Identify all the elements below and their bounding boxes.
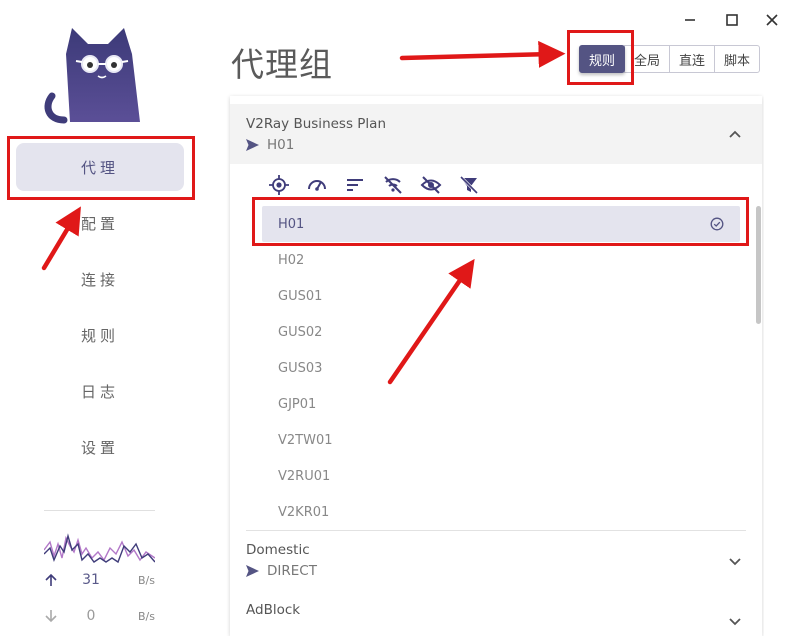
group-name: Domestic bbox=[246, 542, 310, 558]
sort-icon[interactable] bbox=[344, 174, 382, 196]
proxy-item[interactable]: V2KR01 bbox=[262, 494, 740, 530]
group-header[interactable]: V2Ray Business Plan H01 bbox=[230, 104, 762, 164]
proxy-item[interactable]: GUS03 bbox=[262, 350, 740, 386]
upload-unit: B/s bbox=[138, 573, 155, 587]
mode-switch: 规则 全局 直连 脚本 bbox=[579, 45, 761, 73]
mode-script-button[interactable]: 脚本 bbox=[714, 45, 761, 73]
eye-off-icon[interactable] bbox=[420, 174, 458, 196]
sidebar-item-settings[interactable]: 设置 bbox=[16, 423, 184, 471]
group-name: V2Ray Business Plan bbox=[246, 116, 387, 132]
chevron-down-icon[interactable] bbox=[728, 614, 742, 628]
minimize-icon[interactable] bbox=[680, 10, 700, 30]
maximize-icon[interactable] bbox=[722, 10, 742, 30]
mode-rule-button[interactable]: 规则 bbox=[579, 45, 626, 73]
send-icon bbox=[246, 565, 259, 577]
download-unit: B/s bbox=[138, 609, 155, 623]
mode-direct-button[interactable]: 直连 bbox=[669, 45, 716, 73]
group-header[interactable]: Domestic DIRECT bbox=[230, 532, 762, 592]
proxy-item[interactable]: H02 bbox=[262, 242, 740, 278]
signal-off-icon[interactable] bbox=[382, 174, 420, 196]
annotation-box-sidebar bbox=[7, 136, 195, 200]
upload-speed: 31 B/s bbox=[44, 570, 156, 590]
sidebar-item-connections[interactable]: 连接 bbox=[16, 255, 184, 303]
group-selected: H01 bbox=[246, 137, 294, 153]
target-icon[interactable] bbox=[268, 174, 306, 196]
proxy-groups-panel: V2Ray Business Plan H01 H01 H02 GUS01 GU… bbox=[230, 96, 762, 636]
proxy-item[interactable]: GUS01 bbox=[262, 278, 740, 314]
proxy-item[interactable]: V2TW01 bbox=[262, 422, 740, 458]
chevron-down-icon[interactable] bbox=[728, 554, 742, 568]
annotation-box-proxy bbox=[252, 197, 749, 246]
scrollbar-thumb[interactable] bbox=[756, 206, 761, 324]
send-icon bbox=[246, 139, 259, 151]
arrow-down-icon bbox=[44, 609, 64, 623]
sidebar-item-profiles[interactable]: 配置 bbox=[16, 199, 184, 247]
group-name: AdBlock bbox=[246, 602, 301, 618]
proxy-item[interactable]: GUS02 bbox=[262, 314, 740, 350]
sidebar-item-logs[interactable]: 日志 bbox=[16, 367, 184, 415]
arrow-up-icon bbox=[44, 573, 64, 587]
group-toolbar bbox=[268, 174, 496, 196]
close-icon[interactable] bbox=[762, 10, 782, 30]
group-selected: DIRECT bbox=[246, 563, 317, 579]
traffic-divider bbox=[44, 510, 155, 511]
upload-value: 31 bbox=[82, 572, 100, 588]
chevron-up-icon[interactable] bbox=[728, 127, 742, 141]
proxy-item[interactable]: GJP01 bbox=[262, 386, 740, 422]
group-divider bbox=[246, 530, 746, 531]
sidebar: 代理 配置 连接 规则 日志 设置 31 B/s 0 B/s bbox=[0, 0, 200, 636]
download-speed: 0 B/s bbox=[44, 606, 156, 626]
page-title: 代理组 bbox=[231, 45, 333, 84]
traffic-chart bbox=[44, 533, 155, 564]
filter-off-icon[interactable] bbox=[458, 174, 496, 196]
group-header[interactable]: AdBlock bbox=[230, 592, 762, 636]
download-value: 0 bbox=[86, 608, 96, 624]
proxy-item[interactable]: V2RU01 bbox=[262, 458, 740, 494]
sidebar-item-rules[interactable]: 规则 bbox=[16, 311, 184, 359]
speed-gauge-icon[interactable] bbox=[306, 174, 344, 196]
cat-logo-icon bbox=[44, 28, 140, 124]
scroll-track bbox=[764, 86, 800, 636]
